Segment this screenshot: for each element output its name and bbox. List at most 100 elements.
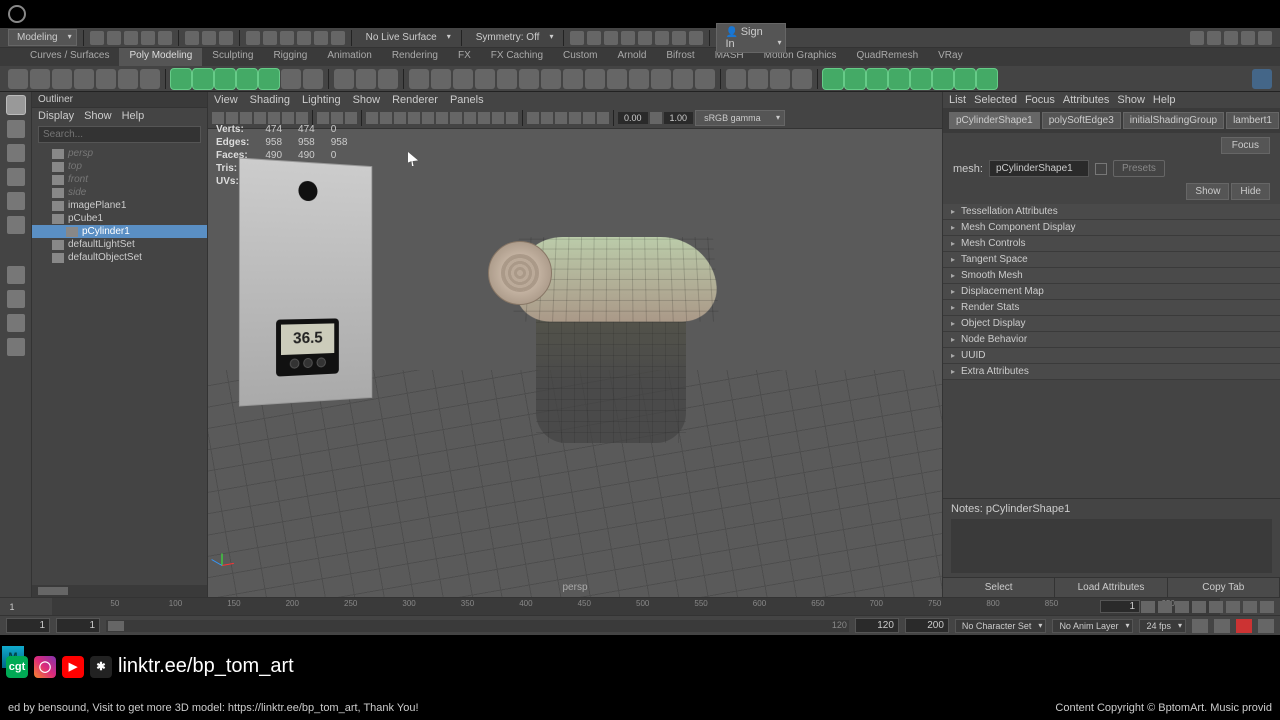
open-scene-icon[interactable] bbox=[107, 31, 121, 45]
pause-icon[interactable] bbox=[689, 31, 703, 45]
color-space-dropdown[interactable]: sRGB gamma bbox=[695, 110, 785, 126]
go-start-icon[interactable] bbox=[1141, 601, 1155, 613]
history-icon[interactable] bbox=[570, 31, 584, 45]
bridge-icon[interactable] bbox=[431, 69, 451, 89]
poly-cube-icon[interactable] bbox=[30, 69, 50, 89]
outliner-item[interactable]: top bbox=[32, 160, 207, 173]
crease-icon[interactable] bbox=[845, 69, 865, 89]
attr-menu-item[interactable]: Focus bbox=[1025, 94, 1055, 106]
snap-center-icon[interactable] bbox=[297, 31, 311, 45]
shelf-tab[interactable]: Sculpting bbox=[202, 48, 263, 66]
playblast-icon[interactable] bbox=[672, 31, 686, 45]
quadrangulate-icon[interactable] bbox=[651, 69, 671, 89]
snap-point-icon[interactable] bbox=[280, 31, 294, 45]
platonic-icon[interactable] bbox=[171, 69, 191, 89]
shelf-tab[interactable]: Animation bbox=[317, 48, 381, 66]
live-surface-dropdown[interactable]: No Live Surface bbox=[358, 30, 455, 45]
step-back-icon[interactable] bbox=[1175, 601, 1189, 613]
attr-menu-item[interactable]: Help bbox=[1153, 94, 1176, 106]
step-back-key-icon[interactable] bbox=[1158, 601, 1172, 613]
outliner-menu-item[interactable]: Display bbox=[38, 110, 74, 122]
go-end-icon[interactable] bbox=[1260, 601, 1274, 613]
viewport-menu-item[interactable]: Renderer bbox=[392, 94, 438, 106]
shelf-tab[interactable]: Arnold bbox=[607, 48, 656, 66]
attr-footer-button[interactable]: Copy Tab bbox=[1168, 578, 1280, 597]
scale-tool-icon[interactable] bbox=[7, 192, 25, 210]
notes-textarea[interactable] bbox=[951, 519, 1272, 573]
remesh-icon[interactable] bbox=[911, 69, 931, 89]
symmetry-dropdown[interactable]: Symmetry: Off bbox=[468, 30, 558, 45]
fill-hole-icon[interactable] bbox=[497, 69, 517, 89]
outliner-scrollbar[interactable] bbox=[32, 585, 207, 597]
soccer-icon[interactable] bbox=[259, 69, 279, 89]
combine-icon[interactable] bbox=[334, 69, 354, 89]
outliner-item[interactable]: side bbox=[32, 186, 207, 199]
range-slider[interactable]: 120 bbox=[106, 620, 849, 632]
extrude-icon[interactable] bbox=[409, 69, 429, 89]
cleanup-icon[interactable] bbox=[955, 69, 975, 89]
poly-disc-icon[interactable] bbox=[140, 69, 160, 89]
paint-select-icon[interactable] bbox=[219, 31, 233, 45]
lasso-tool-icon[interactable] bbox=[7, 120, 25, 138]
workspace-ico-2[interactable] bbox=[1207, 31, 1221, 45]
poly-cone-icon[interactable] bbox=[74, 69, 94, 89]
workspace-ico-3[interactable] bbox=[1224, 31, 1238, 45]
outliner-menu-item[interactable]: Show bbox=[84, 110, 112, 122]
outliner-item[interactable]: imagePlane1 bbox=[32, 199, 207, 212]
transfer-icon[interactable] bbox=[933, 69, 953, 89]
focus-button[interactable]: Focus bbox=[1221, 137, 1270, 154]
render-icon[interactable] bbox=[587, 31, 601, 45]
duplicate-icon[interactable] bbox=[695, 69, 715, 89]
attr-section[interactable]: Tangent Space bbox=[943, 252, 1280, 268]
retopo-icon[interactable] bbox=[889, 69, 909, 89]
sign-in-dropdown[interactable]: 👤 Sign In bbox=[716, 23, 786, 53]
select-mode-icon[interactable] bbox=[185, 31, 199, 45]
attr-section[interactable]: UUID bbox=[943, 348, 1280, 364]
offset-loop-icon[interactable] bbox=[770, 69, 790, 89]
exposure-field[interactable]: 0.00 bbox=[618, 112, 648, 124]
layout-outliner-icon[interactable] bbox=[7, 338, 25, 356]
outliner-item[interactable]: persp bbox=[32, 147, 207, 160]
lasso-icon[interactable] bbox=[202, 31, 216, 45]
attr-section[interactable]: Render Stats bbox=[943, 300, 1280, 316]
outliner-item[interactable]: front bbox=[32, 173, 207, 186]
save-scene-icon[interactable] bbox=[124, 31, 138, 45]
collapse-icon[interactable] bbox=[519, 69, 539, 89]
snap-view-icon[interactable] bbox=[314, 31, 328, 45]
shelf-tab[interactable]: Custom bbox=[553, 48, 607, 66]
outliner-item[interactable]: defaultLightSet bbox=[32, 238, 207, 251]
attr-section[interactable]: Tessellation Attributes bbox=[943, 204, 1280, 220]
end-outer-field[interactable]: 200 bbox=[905, 618, 949, 633]
character-set-dropdown[interactable]: No Character Set bbox=[955, 619, 1047, 633]
mesh-link-icon[interactable] bbox=[1095, 163, 1107, 175]
multicut-icon[interactable] bbox=[726, 69, 746, 89]
attr-footer-button[interactable]: Load Attributes bbox=[1055, 578, 1167, 597]
current-frame-field[interactable]: 1 bbox=[1100, 600, 1140, 613]
loop-icon[interactable] bbox=[1192, 619, 1208, 633]
bevel-icon[interactable] bbox=[453, 69, 473, 89]
shelf-tab[interactable]: VRay bbox=[928, 48, 972, 66]
outliner-item[interactable]: defaultObjectSet bbox=[32, 251, 207, 264]
snap-grid-icon[interactable] bbox=[246, 31, 260, 45]
attr-menu-item[interactable]: Show bbox=[1117, 94, 1145, 106]
outliner-menu-item[interactable]: Help bbox=[122, 110, 145, 122]
shelf-tab[interactable]: FX bbox=[448, 48, 481, 66]
rotate-tool-icon[interactable] bbox=[7, 168, 25, 186]
outliner-item[interactable]: pCylinder1 bbox=[32, 225, 207, 238]
append-icon[interactable] bbox=[475, 69, 495, 89]
attr-section[interactable]: Object Display bbox=[943, 316, 1280, 332]
select-tool-icon[interactable] bbox=[7, 96, 25, 114]
shelf-tab[interactable]: Rigging bbox=[263, 48, 317, 66]
play-back-icon[interactable] bbox=[1192, 601, 1206, 613]
new-scene-icon[interactable] bbox=[90, 31, 104, 45]
hide-button[interactable]: Hide bbox=[1231, 183, 1270, 200]
presets-button[interactable]: Presets bbox=[1113, 160, 1165, 177]
render-settings-icon[interactable] bbox=[621, 31, 635, 45]
light-editor-icon[interactable] bbox=[655, 31, 669, 45]
record-icon[interactable] bbox=[1236, 619, 1252, 633]
insert-loop-icon[interactable] bbox=[748, 69, 768, 89]
attr-menu-item[interactable]: Selected bbox=[974, 94, 1017, 106]
redo-icon[interactable] bbox=[158, 31, 172, 45]
reduce-icon[interactable] bbox=[977, 69, 997, 89]
attr-section[interactable]: Displacement Map bbox=[943, 284, 1280, 300]
